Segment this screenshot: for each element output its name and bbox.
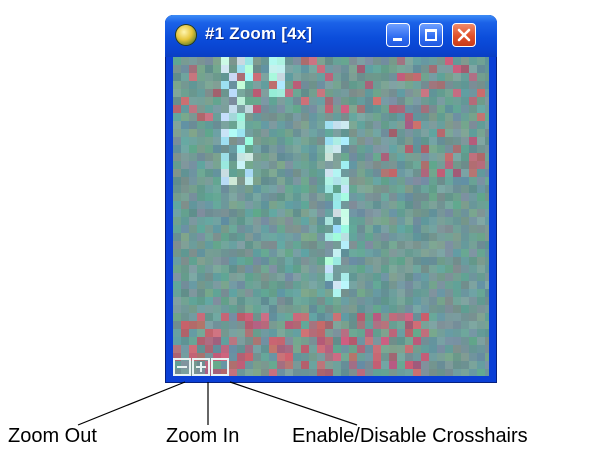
zoom-out-label: Zoom Out	[8, 425, 97, 447]
callout-lines	[77, 381, 358, 426]
zoom-in-label: Zoom In	[166, 425, 240, 447]
crosshairs-label: Enable/Disable Crosshairs	[292, 425, 528, 447]
